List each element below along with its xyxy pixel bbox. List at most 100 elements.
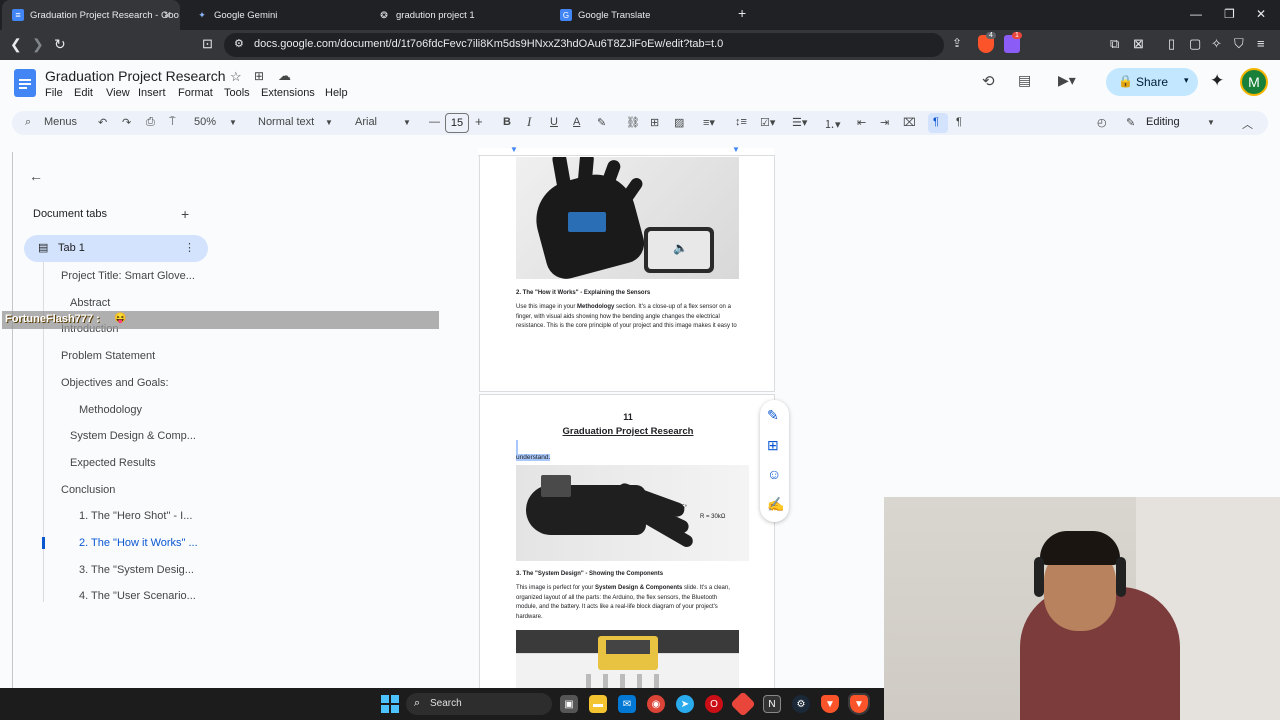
minimize-icon[interactable]: — bbox=[1190, 7, 1202, 21]
underline-icon[interactable]: U bbox=[550, 116, 558, 128]
menu-extensions[interactable]: Extensions bbox=[261, 87, 315, 99]
taskbar-search[interactable]: ⌕ Search bbox=[406, 693, 552, 715]
forward-icon[interactable]: ❯ bbox=[32, 36, 44, 53]
font-select[interactable]: Arial bbox=[355, 116, 377, 128]
url-field[interactable]: ⚙ docs.google.com/document/d/1t7o6fdcFev… bbox=[224, 33, 944, 57]
steam-icon[interactable]: ⚙ bbox=[792, 695, 810, 713]
close-icon[interactable]: ✕ bbox=[163, 9, 172, 22]
chevron-down-icon[interactable]: ▼ bbox=[229, 118, 237, 127]
chevron-down-icon[interactable]: ▾ bbox=[1184, 75, 1189, 86]
tab-gemini[interactable]: ✦ Google Gemini bbox=[186, 0, 364, 30]
link-icon[interactable]: ⛓ bbox=[626, 116, 640, 129]
tab-translate[interactable]: G Google Translate bbox=[550, 0, 728, 30]
maximize-icon[interactable]: ❐ bbox=[1224, 7, 1235, 21]
search-icon[interactable]: ⌕ bbox=[25, 116, 31, 129]
rtl-paragraph-icon[interactable]: ¶ bbox=[956, 116, 962, 128]
menu-insert[interactable]: Insert bbox=[138, 87, 166, 99]
wallet-icon[interactable]: ▢ bbox=[1189, 36, 1201, 52]
extensions-icon[interactable]: ⧉ bbox=[1110, 36, 1119, 52]
file-explorer-icon[interactable]: ▬ bbox=[589, 695, 607, 713]
bold-icon[interactable]: B bbox=[503, 116, 511, 128]
ltr-paragraph-icon[interactable]: ¶ bbox=[933, 116, 939, 128]
redo-icon[interactable]: ↷ bbox=[122, 116, 131, 129]
paint-format-icon[interactable]: ⍑ bbox=[169, 116, 176, 129]
text-color-icon[interactable]: A bbox=[573, 116, 580, 128]
checklist-icon[interactable]: ☑▾ bbox=[760, 116, 775, 129]
tab-graduation-project[interactable]: ≡ Graduation Project Research - Goo ✕ bbox=[2, 0, 180, 30]
add-comment-icon[interactable]: ⊞ bbox=[767, 437, 779, 454]
selected-text[interactable]: understand. bbox=[516, 454, 551, 461]
menu-help[interactable]: Help bbox=[325, 87, 348, 99]
comments-icon[interactable]: ▤ bbox=[1018, 72, 1031, 89]
leo-ai-icon[interactable]: ✧ bbox=[1211, 36, 1222, 52]
editing-mode-select[interactable]: Editing bbox=[1146, 116, 1180, 128]
right-indent-marker[interactable]: ▼ bbox=[732, 145, 740, 154]
increase-indent-icon[interactable]: ⇥ bbox=[880, 116, 889, 129]
windows-start-icon[interactable] bbox=[381, 695, 399, 713]
document-page[interactable]: 11 Graduation Project Research understan… bbox=[479, 394, 775, 695]
close-window-icon[interactable]: ✕ bbox=[1256, 7, 1266, 21]
menu-icon[interactable]: ≡ bbox=[1257, 36, 1265, 51]
outline-item-hero-shot[interactable]: 1. The "Hero Shot" - I... bbox=[79, 510, 192, 522]
outline-item-system-design-image[interactable]: 3. The "System Desig... bbox=[79, 564, 194, 576]
screenshot-icon[interactable]: ⊠ bbox=[1133, 36, 1144, 52]
undo-icon[interactable]: ↶ bbox=[98, 116, 107, 129]
zoom-select[interactable]: 50% bbox=[194, 116, 216, 128]
chevron-down-icon[interactable]: ▼ bbox=[403, 118, 411, 127]
clear-formatting-icon[interactable]: ⌧ bbox=[903, 116, 916, 129]
print-icon[interactable]: ⎙ bbox=[146, 116, 155, 129]
style-select[interactable]: Normal text bbox=[258, 116, 314, 128]
decrease-font-icon[interactable]: — bbox=[429, 116, 440, 128]
glove-photo[interactable]: 🔈 bbox=[516, 157, 739, 279]
brave-taskbar-icon[interactable]: ▼ bbox=[821, 695, 839, 713]
outline-item-conclusion[interactable]: Conclusion bbox=[61, 484, 115, 496]
font-size-input[interactable]: 15 bbox=[445, 113, 469, 133]
bookmark-icon[interactable]: ⊡ bbox=[202, 36, 213, 52]
task-view-icon[interactable]: ▣ bbox=[560, 695, 578, 713]
outline-item-objectives[interactable]: Objectives and Goals: bbox=[61, 377, 169, 389]
more-options-icon[interactable]: ⋮ bbox=[184, 241, 195, 254]
line-spacing-icon[interactable]: ↕≡ bbox=[735, 116, 747, 128]
pencil-icon[interactable]: ✎ bbox=[1126, 116, 1135, 129]
ai-assist-icon[interactable]: ◴ bbox=[1097, 116, 1107, 129]
menu-tools[interactable]: Tools bbox=[224, 87, 250, 99]
menu-format[interactable]: Format bbox=[178, 87, 213, 99]
brave-active-taskbar-icon[interactable]: ▼ bbox=[848, 693, 870, 715]
insert-image-icon[interactable]: ▨ bbox=[674, 116, 684, 129]
left-indent-marker[interactable]: ▼ bbox=[510, 145, 518, 154]
site-info-icon[interactable]: ⚙ bbox=[234, 37, 244, 50]
document-title[interactable]: Graduation Project Research bbox=[45, 68, 226, 84]
collapse-toolbar-icon[interactable]: ︿ bbox=[1242, 116, 1253, 132]
version-history-icon[interactable]: ⟲ bbox=[982, 72, 995, 90]
components-photo[interactable] bbox=[516, 630, 739, 695]
meet-icon[interactable]: ▶▾ bbox=[1058, 72, 1076, 89]
chevron-down-icon[interactable]: ▼ bbox=[1207, 118, 1215, 127]
notion-icon[interactable]: N bbox=[763, 695, 781, 713]
bulleted-list-icon[interactable]: ☰▾ bbox=[792, 116, 807, 129]
outline-item-problem-statement[interactable]: Problem Statement bbox=[61, 350, 155, 362]
suggest-edits-icon[interactable]: ✍ bbox=[767, 496, 784, 513]
emoji-reaction-icon[interactable]: ☺ bbox=[767, 466, 781, 482]
move-folder-icon[interactable]: ⊞ bbox=[254, 69, 264, 83]
star-icon[interactable]: ☆ bbox=[230, 69, 242, 85]
brave-shields-icon[interactable]: 4 bbox=[978, 32, 996, 53]
numbered-list-icon[interactable]: ⒈▾ bbox=[824, 116, 841, 132]
cloud-saved-icon[interactable]: ☁ bbox=[278, 68, 291, 84]
increase-font-icon[interactable]: + bbox=[475, 114, 483, 129]
decrease-indent-icon[interactable]: ⇤ bbox=[857, 116, 866, 129]
tab-chatgpt[interactable]: ❂ gradution project 1 bbox=[368, 0, 546, 30]
add-tab-icon[interactable]: + bbox=[181, 206, 189, 222]
back-arrow-icon[interactable]: ← bbox=[29, 168, 43, 184]
chrome-icon[interactable]: ◉ bbox=[647, 695, 665, 713]
menu-edit[interactable]: Edit bbox=[74, 87, 93, 99]
outlook-icon[interactable]: ✉ bbox=[618, 695, 636, 713]
highlight-icon[interactable]: ✎ bbox=[597, 116, 606, 129]
outline-item-system-design[interactable]: System Design & Comp... bbox=[70, 430, 196, 442]
back-icon[interactable]: ❮ bbox=[10, 36, 22, 53]
outline-item-title[interactable]: Project Title: Smart Glove... bbox=[61, 270, 195, 282]
italic-icon[interactable]: I bbox=[527, 114, 531, 130]
menus-search-label[interactable]: Menus bbox=[44, 116, 77, 128]
new-tab-icon[interactable]: + bbox=[738, 5, 746, 21]
outline-item-expected-results[interactable]: Expected Results bbox=[70, 457, 156, 469]
sidebar-icon[interactable]: ▯ bbox=[1168, 36, 1175, 52]
